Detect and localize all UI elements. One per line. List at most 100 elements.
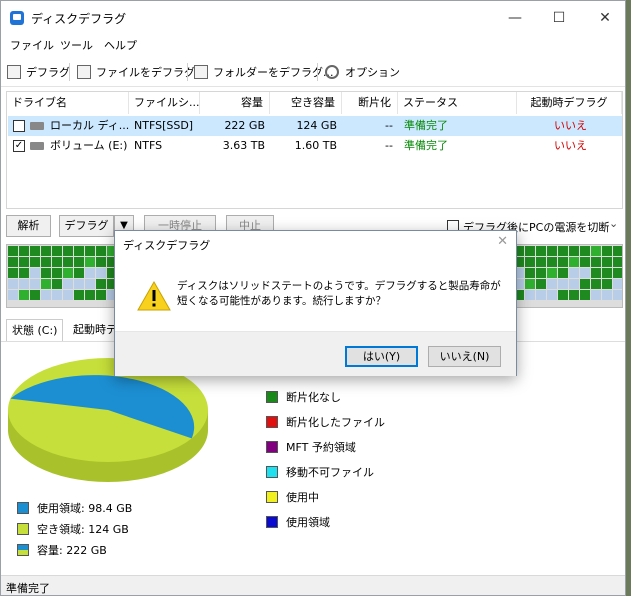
drive-icon	[30, 142, 44, 150]
disk-map-block	[8, 257, 18, 267]
table-row[interactable]: ローカル ディ... NTFS[SSD] 222 GB 124 GB -- 準備…	[8, 116, 622, 136]
drive-checkbox[interactable]	[13, 120, 25, 132]
disk-map-block	[536, 246, 546, 256]
disk-map-block	[8, 246, 18, 256]
col-header-filesystem[interactable]: ファイルシ...	[129, 92, 200, 114]
toolbar-separator	[69, 63, 70, 81]
tab-status[interactable]: 状態 (C:)	[6, 319, 64, 341]
disk-map-block	[74, 246, 84, 256]
disk-map-block	[19, 279, 29, 289]
disk-map-block	[602, 290, 612, 300]
defrag-folder-label: フォルダーをデフラグ...	[213, 66, 334, 79]
legend-free-swatch	[17, 523, 29, 535]
legend-capacity-swatch	[17, 544, 29, 556]
disk-map-block	[558, 279, 568, 289]
disk-map-block	[52, 257, 62, 267]
disk-map-block	[580, 268, 590, 278]
disk-map-block	[591, 268, 601, 278]
menu-bar: ファイル ツール ヘルプ	[1, 35, 625, 55]
col-header-free[interactable]: 空き容量	[270, 92, 342, 114]
menu-tools[interactable]: ツール	[60, 37, 93, 53]
disk-map-block	[19, 257, 29, 267]
disk-map-block	[547, 290, 557, 300]
menu-help[interactable]: ヘルプ	[104, 37, 137, 53]
disk-map-block	[96, 246, 106, 256]
defrag-toolbar-button[interactable]: デフラグ	[7, 61, 70, 83]
drive-checkbox[interactable]: ✓	[13, 140, 25, 152]
col-header-boot-defrag[interactable]: 起動時デフラグ	[517, 92, 622, 114]
defrag-icon	[7, 65, 21, 79]
disk-map-block	[63, 279, 73, 289]
disk-map-block	[74, 268, 84, 278]
disk-map-block	[96, 268, 106, 278]
drive-filesystem: NTFS	[134, 139, 163, 152]
map-legend-no-frag-swatch	[266, 391, 278, 403]
disk-map-block	[30, 246, 40, 256]
legend-used: 使用領域: 98.4 GB	[17, 500, 132, 516]
disk-map-block	[30, 257, 40, 267]
close-icon[interactable]: ✕	[585, 5, 625, 31]
disk-map-block	[613, 268, 622, 278]
drive-name: ボリューム (E:)	[50, 139, 128, 152]
col-header-drive[interactable]: ドライブ名	[7, 92, 129, 114]
map-legend-mft-label: MFT 予約領域	[286, 441, 356, 454]
legend-free: 空き領域: 124 GB	[17, 521, 129, 537]
drive-capacity: 222 GB	[224, 119, 265, 132]
warning-icon	[137, 281, 171, 311]
disk-map-block	[52, 290, 62, 300]
map-legend-in-use-label: 使用中	[286, 491, 319, 504]
defrag-folder-button[interactable]: フォルダーをデフラグ...	[194, 61, 334, 83]
legend-used-label: 使用領域: 98.4 GB	[37, 502, 133, 515]
file-icon	[77, 65, 91, 79]
drive-icon	[30, 122, 44, 130]
app-icon	[10, 11, 24, 25]
drive-status: 準備完了	[404, 119, 448, 132]
minimize-icon[interactable]: —	[495, 5, 535, 31]
dialog-title: ディスクデフラグ	[123, 239, 211, 252]
menu-file[interactable]: ファイル	[10, 37, 54, 53]
disk-map-block	[63, 257, 73, 267]
options-button[interactable]: オプション	[325, 61, 400, 83]
drive-free: 1.60 TB	[294, 139, 337, 152]
disk-map-block	[558, 268, 568, 278]
dialog-close-icon[interactable]: ✕	[497, 234, 508, 249]
disk-map-block	[591, 257, 601, 267]
disk-map-block	[96, 290, 106, 300]
yes-button[interactable]: はい(Y)	[345, 346, 418, 367]
disk-map-block	[19, 290, 29, 300]
disk-map-block	[85, 268, 95, 278]
defrag-button[interactable]: デフラグ	[59, 215, 114, 237]
toolbar-separator	[317, 63, 318, 81]
maximize-icon[interactable]: ☐	[539, 5, 579, 31]
disk-map-block	[85, 257, 95, 267]
disk-map-block	[52, 246, 62, 256]
gear-icon	[325, 65, 339, 79]
map-legend-unmovable: 移動不可ファイル	[266, 464, 374, 480]
no-button[interactable]: いいえ(N)	[428, 346, 501, 367]
disk-map-block	[63, 268, 73, 278]
disk-map-block	[41, 246, 51, 256]
disk-map-block	[8, 279, 18, 289]
col-header-fragmentation[interactable]: 断片化	[342, 92, 398, 114]
map-legend-mft: MFT 予約領域	[266, 439, 356, 455]
dialog-message: ディスクはソリッドステートのようです。デフラグすると製品寿命が短くなる可能性があ…	[177, 280, 501, 307]
table-row[interactable]: ✓ ボリューム (E:) NTFS 3.63 TB 1.60 TB -- 準備完…	[8, 136, 622, 156]
disk-map-block	[569, 246, 579, 256]
drive-filesystem: NTFS[SSD]	[134, 119, 194, 132]
col-header-status[interactable]: ステータス	[398, 92, 517, 114]
legend-used-swatch	[17, 502, 29, 514]
disk-map-block	[602, 279, 612, 289]
disk-map-block	[41, 268, 51, 278]
analyze-button[interactable]: 解析	[6, 215, 51, 237]
col-header-capacity[interactable]: 容量	[200, 92, 270, 114]
shutdown-chevron-down-icon[interactable]: ⌄	[609, 217, 618, 230]
confirm-dialog: ディスクデフラグ ✕ ディスクはソリッドステートのようです。デフラグすると製品寿…	[114, 230, 517, 376]
disk-map-block	[8, 268, 18, 278]
map-legend-frag-swatch	[266, 416, 278, 428]
disk-map-block	[580, 257, 590, 267]
drive-fragmentation: --	[385, 139, 393, 152]
disk-map-block	[547, 257, 557, 267]
disk-map-block	[613, 257, 622, 267]
map-legend-unmovable-swatch	[266, 466, 278, 478]
disk-map-block	[613, 279, 622, 289]
